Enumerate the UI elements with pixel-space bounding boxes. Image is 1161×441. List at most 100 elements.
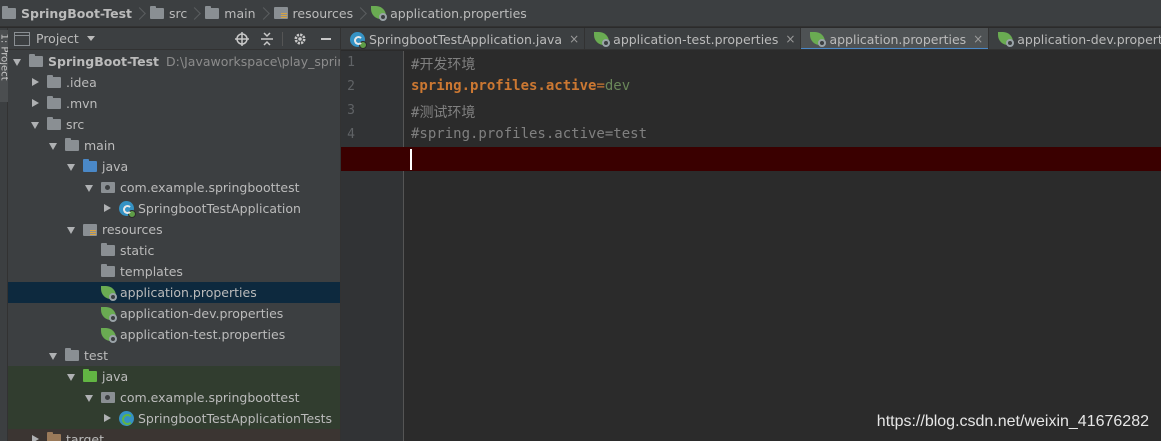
- code-editor[interactable]: 12345 #开发环境 spring.profiles.active=dev #测试…: [341, 51, 1161, 441]
- collapsed-arrow-icon[interactable]: [29, 98, 41, 110]
- tree-item-label: application.properties: [120, 285, 257, 300]
- breadcrumb-item[interactable]: application.properties: [371, 0, 527, 27]
- spring-boot-class-icon: [119, 201, 136, 218]
- tree-item-label: .mvn: [66, 96, 98, 111]
- tree-row[interactable]: SpringbootTestApplicationTests: [8, 408, 340, 429]
- collapse-all-icon[interactable]: [259, 31, 275, 47]
- tree-row[interactable]: .mvn: [8, 93, 340, 114]
- tree-row[interactable]: target: [8, 429, 340, 441]
- folder-icon: [205, 5, 220, 19]
- close-icon[interactable]: ×: [785, 32, 795, 46]
- project-panel: Project SpringBoot-Test D:\Javaworkspace\…: [8, 28, 341, 441]
- editor-tab[interactable]: application-dev.properties×: [989, 28, 1161, 49]
- tab-label: application-test.properties: [613, 31, 779, 47]
- expanded-arrow-icon[interactable]: [83, 392, 95, 404]
- line-number: 3: [347, 103, 355, 118]
- tree-item-label: target: [66, 432, 105, 441]
- editor-tab[interactable]: SpringbootTestApplication.java ×: [341, 28, 586, 49]
- tree-row[interactable]: templates: [8, 261, 340, 282]
- chevron-down-icon[interactable]: [86, 36, 95, 41]
- tree-row[interactable]: resources: [8, 219, 340, 240]
- tree-row[interactable]: SpringbootTestApplication: [8, 198, 340, 219]
- tree-row[interactable]: src: [8, 114, 340, 135]
- tree-row[interactable]: java: [8, 366, 340, 387]
- editor-tab[interactable]: application.properties ×: [801, 28, 990, 49]
- project-view-title[interactable]: Project: [36, 31, 79, 46]
- expanded-arrow-icon[interactable]: [83, 182, 95, 194]
- tree-row[interactable]: com.example.springboottest: [8, 387, 340, 408]
- code-line[interactable]: #spring.profiles.active=test: [411, 126, 647, 142]
- tree-row[interactable]: java: [8, 156, 340, 177]
- project-folder-icon: [2, 5, 16, 19]
- collapsed-arrow-icon[interactable]: [29, 434, 41, 441]
- folder-icon: [101, 264, 115, 277]
- breadcrumb-separator: [192, 0, 201, 27]
- breadcrumb-label: resources: [292, 5, 354, 21]
- tree-row[interactable]: com.example.springboottest: [8, 177, 340, 198]
- collapsed-arrow-icon[interactable]: [29, 77, 41, 89]
- text-caret: [410, 149, 412, 170]
- expanded-arrow-icon[interactable]: [65, 161, 77, 173]
- close-icon[interactable]: ×: [569, 32, 579, 46]
- code-line[interactable]: spring.profiles.active=dev: [411, 78, 630, 94]
- excluded-folder-icon: [47, 432, 61, 441]
- close-icon[interactable]: ×: [973, 32, 983, 46]
- code-token: spring.profiles.active: [411, 78, 597, 94]
- expanded-arrow-icon[interactable]: [47, 350, 59, 362]
- spring-properties-icon: [810, 32, 827, 47]
- package-icon: [101, 182, 115, 193]
- code-line[interactable]: #测试环境: [411, 102, 475, 122]
- tree-item-label: com.example.springboottest: [120, 390, 300, 405]
- tree-row[interactable]: application-test.properties: [8, 324, 340, 345]
- folder-icon: [150, 5, 165, 19]
- breadcrumb-item[interactable]: src: [150, 0, 187, 27]
- expanded-arrow-icon[interactable]: [47, 140, 59, 152]
- folder-icon: [47, 75, 61, 88]
- tree-row[interactable]: .idea: [8, 72, 340, 93]
- source-folder-icon: [83, 159, 97, 172]
- breadcrumb-label: main: [224, 5, 256, 21]
- navigation-bar: SpringBoot-Test src main resources applicati…: [0, 0, 1161, 27]
- tree-row[interactable]: application.properties: [8, 282, 340, 303]
- breadcrumb-item[interactable]: SpringBoot-Test: [2, 0, 132, 27]
- editor-tab[interactable]: application-test.properties ×: [585, 28, 802, 49]
- tree-row[interactable]: SpringBoot-Test D:\Javaworkspace\play_spr…: [8, 51, 340, 72]
- code-token: #spring.profiles.active=test: [411, 126, 648, 142]
- tree-item-label: test: [84, 348, 109, 363]
- spring-properties-icon: [371, 6, 388, 21]
- current-line-highlight: [341, 147, 1161, 171]
- breadcrumb-item[interactable]: main: [205, 0, 256, 27]
- test-source-folder-icon: [83, 369, 97, 382]
- spring-boot-class-icon: [350, 31, 367, 49]
- tree-item-label: .idea: [66, 75, 97, 90]
- tree-item-label: SpringBoot-Test: [48, 54, 160, 69]
- code-token: 开发环境: [419, 57, 476, 73]
- expanded-arrow-icon[interactable]: [65, 224, 77, 236]
- tree-row[interactable]: main: [8, 135, 340, 156]
- spring-properties-icon: [998, 32, 1015, 47]
- tree-item-label: java: [102, 369, 129, 384]
- spring-properties-icon: [101, 306, 117, 322]
- locate-icon[interactable]: [234, 31, 250, 47]
- watermark-text: https://blog.csdn.net/weixin_41676282: [876, 413, 1149, 430]
- folder-icon: [47, 117, 61, 130]
- tree-item-label: src: [66, 117, 85, 132]
- code-line[interactable]: #开发环境: [411, 54, 475, 74]
- tree-row[interactable]: static: [8, 240, 340, 261]
- project-tool-window-tab[interactable]: 1: Project: [0, 30, 10, 102]
- collapsed-arrow-icon[interactable]: [101, 203, 113, 215]
- tree-row[interactable]: application-dev.properties: [8, 303, 340, 324]
- breadcrumb-item[interactable]: resources: [273, 0, 354, 27]
- collapsed-arrow-icon[interactable]: [101, 413, 113, 425]
- spring-properties-icon: [101, 327, 117, 343]
- expanded-arrow-icon[interactable]: [29, 119, 41, 131]
- tree-row[interactable]: test: [8, 345, 340, 366]
- hide-panel-icon[interactable]: [318, 31, 334, 47]
- code-token: dev: [604, 78, 631, 94]
- line-number-gutter: 12345: [341, 51, 404, 441]
- gear-icon[interactable]: [292, 31, 308, 47]
- expanded-arrow-icon[interactable]: [65, 371, 77, 383]
- code-token: =: [596, 78, 605, 94]
- tree-item-label: SpringbootTestApplication: [138, 201, 301, 216]
- expanded-arrow-icon[interactable]: [11, 56, 23, 68]
